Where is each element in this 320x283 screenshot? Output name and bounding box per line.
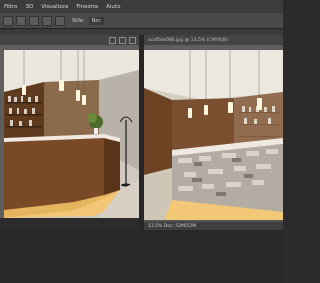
marquee-intersect-icon[interactable] [55, 15, 65, 26]
menu-finestra[interactable]: Finestra [72, 4, 102, 10]
menu-visualizza[interactable]: Visualizza [37, 4, 72, 10]
tool-preset-icon[interactable] [3, 15, 13, 26]
options-bar: Stile: Nor [0, 13, 283, 29]
document-window-right[interactable]: scaffale086.jpg @ 13,5% (CMYK/8) 13,5% D… [144, 35, 283, 230]
empty-workspace [0, 230, 283, 283]
menu-aiuto[interactable]: Aiuto [102, 4, 124, 10]
menu-filtro[interactable]: Filtro [0, 4, 21, 10]
document-image-left [4, 50, 139, 218]
marquee-subtract-icon[interactable] [42, 15, 52, 26]
menu-3d[interactable]: 3D [21, 4, 37, 10]
style-label: Stile: [72, 17, 85, 24]
marquee-new-icon[interactable] [16, 15, 26, 26]
document-title-right: scaffale086.jpg @ 13,5% (CMYK/8) [148, 37, 228, 43]
menu-bar: Filtro 3D Visualizza Finestra Aiuto [0, 0, 283, 13]
maximize-icon[interactable] [119, 37, 126, 44]
minimize-icon[interactable] [109, 37, 116, 44]
style-select[interactable]: Nor [88, 16, 104, 25]
marquee-add-icon[interactable] [29, 15, 39, 26]
document-window-left[interactable] [0, 35, 139, 218]
zoom-doc-info: 13,5% Doc: 52M/52M [148, 223, 197, 229]
status-bar-right: 13,5% Doc: 52M/52M [144, 222, 283, 230]
close-icon[interactable] [129, 37, 136, 44]
document-image-right [144, 50, 283, 220]
